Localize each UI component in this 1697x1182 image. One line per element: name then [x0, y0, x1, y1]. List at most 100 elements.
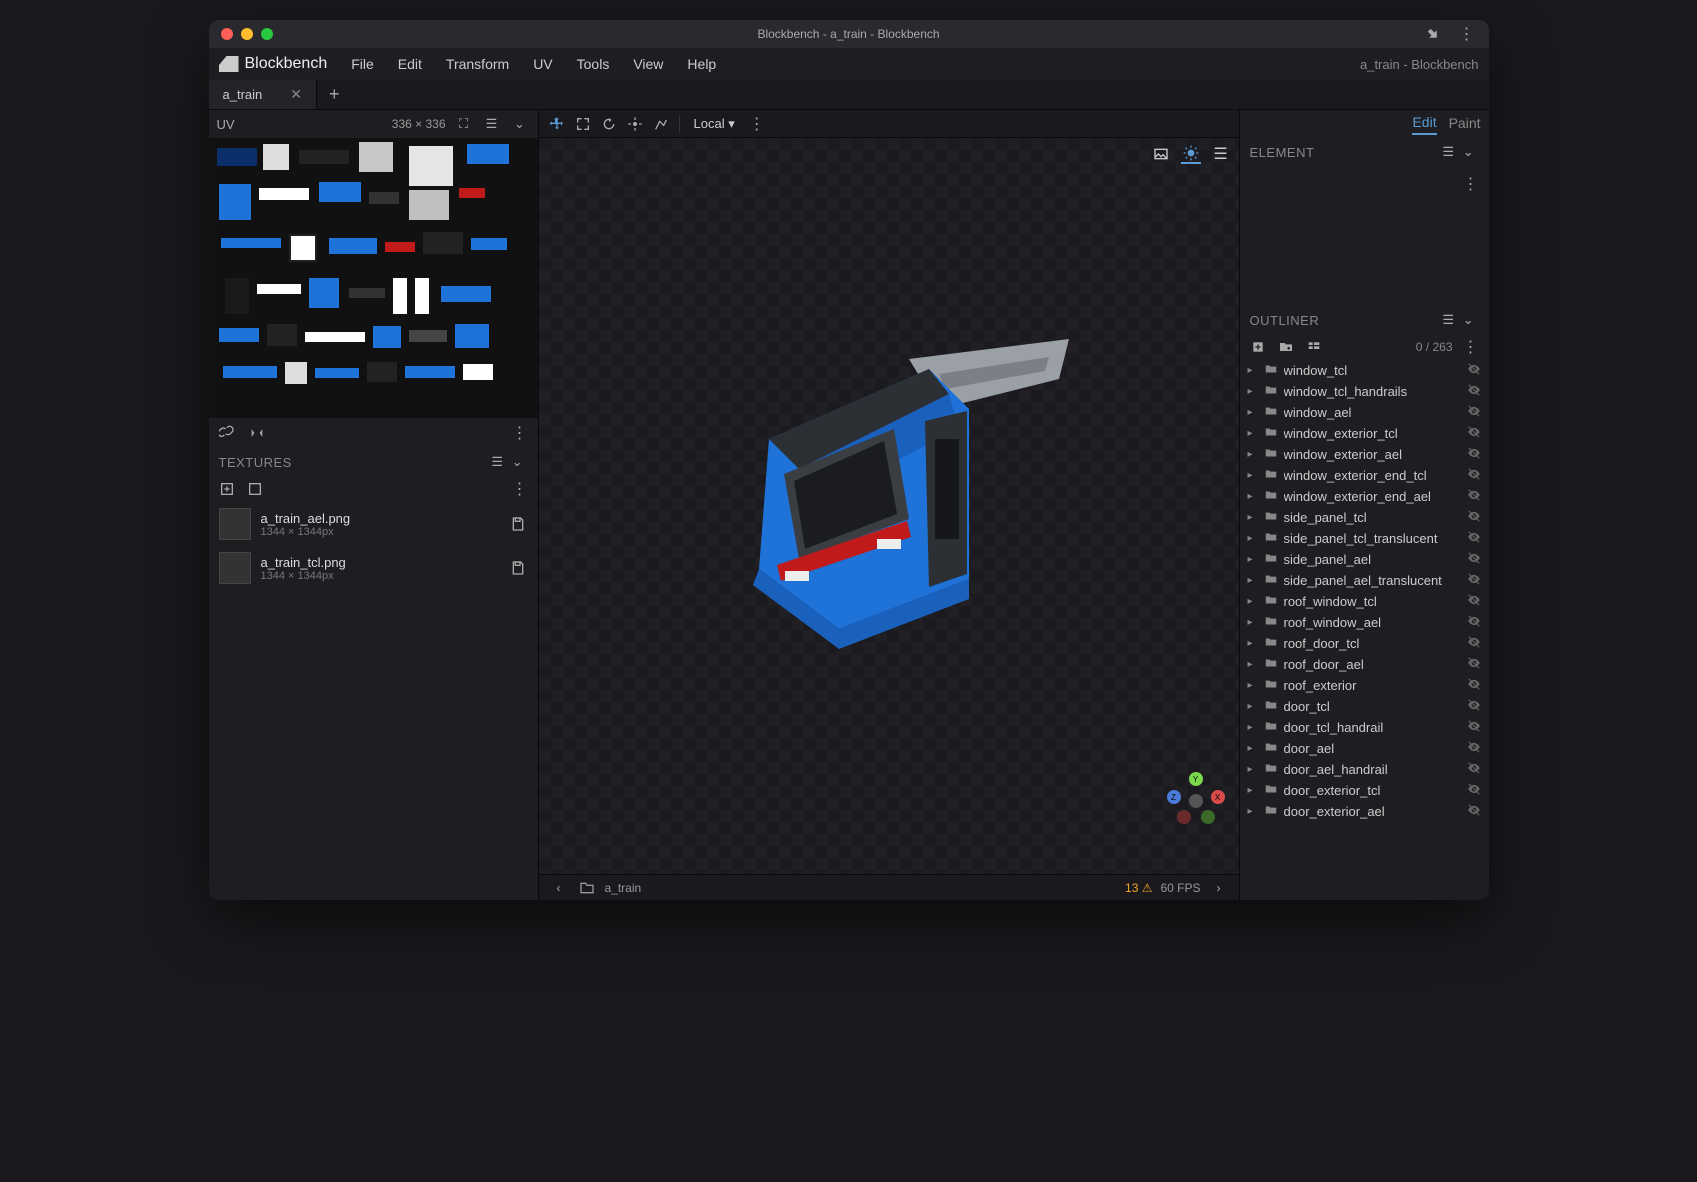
visibility-toggle-icon[interactable]: [1467, 509, 1481, 526]
outliner-item[interactable]: ▸ door_tcl: [1240, 696, 1489, 717]
chevron-right-icon[interactable]: ▸: [1248, 407, 1260, 418]
outliner-item[interactable]: ▸ door_exterior_ael: [1240, 801, 1489, 822]
outliner-item[interactable]: ▸ window_tcl: [1240, 360, 1489, 381]
outliner-item[interactable]: ▸ door_exterior_tcl: [1240, 780, 1489, 801]
outliner-item[interactable]: ▸ window_exterior_end_ael: [1240, 486, 1489, 507]
outliner-item[interactable]: ▸ side_panel_ael_translucent: [1240, 570, 1489, 591]
visibility-toggle-icon[interactable]: [1467, 488, 1481, 505]
chevron-right-icon[interactable]: ▸: [1248, 386, 1260, 397]
plugins-icon[interactable]: [1423, 24, 1443, 44]
chevron-right-icon[interactable]: ▸: [1248, 617, 1260, 628]
tab-project[interactable]: a_train ✕: [209, 80, 317, 109]
orientation-gizmo[interactable]: Y X Z: [1171, 776, 1221, 826]
outliner-item[interactable]: ▸ door_ael: [1240, 738, 1489, 759]
uv-more-icon[interactable]: ⋮: [510, 423, 530, 443]
uv-link-icon[interactable]: [217, 423, 237, 443]
chevron-right-icon[interactable]: ▸: [1248, 596, 1260, 607]
visibility-toggle-icon[interactable]: [1467, 677, 1481, 694]
outliner-item[interactable]: ▸ window_tcl_handrails: [1240, 381, 1489, 402]
visibility-toggle-icon[interactable]: [1467, 761, 1481, 778]
visibility-toggle-icon[interactable]: [1467, 551, 1481, 568]
visibility-toggle-icon[interactable]: [1467, 362, 1481, 379]
shading-icon[interactable]: [1181, 144, 1201, 164]
outliner-menu-icon[interactable]: ☰: [1439, 310, 1459, 330]
vertex-snap-icon[interactable]: [651, 114, 671, 134]
close-window-button[interactable]: [221, 28, 233, 40]
outliner-item[interactable]: ▸ roof_window_ael: [1240, 612, 1489, 633]
outliner-item[interactable]: ▸ side_panel_tcl: [1240, 507, 1489, 528]
add-texture-icon[interactable]: [217, 479, 237, 499]
outliner-item[interactable]: ▸ door_tcl_handrail: [1240, 717, 1489, 738]
chevron-right-icon[interactable]: ▸: [1248, 785, 1260, 796]
close-tab-icon[interactable]: ✕: [290, 86, 302, 103]
chevron-down-icon[interactable]: ⌄: [508, 452, 528, 472]
chevron-right-icon[interactable]: ▸: [1248, 806, 1260, 817]
chevron-down-icon[interactable]: ⌄: [510, 114, 530, 134]
textures-more-icon[interactable]: ⋮: [510, 479, 530, 499]
toggle-list-icon[interactable]: [1304, 337, 1324, 357]
mode-tab-paint[interactable]: Paint: [1449, 115, 1481, 134]
visibility-toggle-icon[interactable]: [1467, 803, 1481, 820]
outliner-item[interactable]: ▸ roof_exterior: [1240, 675, 1489, 696]
chevron-right-icon[interactable]: ▸: [1248, 512, 1260, 523]
import-texture-icon[interactable]: [245, 479, 265, 499]
warnings-count[interactable]: 13 ⚠: [1125, 881, 1152, 895]
visibility-toggle-icon[interactable]: [1467, 614, 1481, 631]
chevron-right-icon[interactable]: ▸: [1248, 554, 1260, 565]
outliner-item[interactable]: ▸ window_exterior_tcl: [1240, 423, 1489, 444]
texture-item[interactable]: a_train_ael.png 1344 × 1344px: [209, 502, 538, 546]
chevron-right-icon[interactable]: ▸: [1248, 449, 1260, 460]
menu-view[interactable]: View: [623, 52, 673, 76]
chevron-right-icon[interactable]: ▸: [1248, 533, 1260, 544]
outliner-item[interactable]: ▸ roof_door_tcl: [1240, 633, 1489, 654]
chevron-down-icon[interactable]: ⌄: [1459, 142, 1479, 162]
chevron-right-icon[interactable]: ▸: [1248, 365, 1260, 376]
chevron-down-icon[interactable]: ⌄: [1459, 310, 1479, 330]
chevron-right-icon[interactable]: ▸: [1248, 722, 1260, 733]
visibility-toggle-icon[interactable]: [1467, 425, 1481, 442]
visibility-toggle-icon[interactable]: [1467, 593, 1481, 610]
maximize-window-button[interactable]: [261, 28, 273, 40]
uv-canvas[interactable]: [209, 138, 538, 418]
outliner-item[interactable]: ▸ window_exterior_ael: [1240, 444, 1489, 465]
more-icon[interactable]: ⋮: [1457, 24, 1477, 44]
toolbar-more-icon[interactable]: ⋮: [747, 114, 767, 134]
chevron-right-icon[interactable]: ▸: [1248, 470, 1260, 481]
chevron-right-icon[interactable]: ▸: [1248, 428, 1260, 439]
add-cube-icon[interactable]: [1248, 337, 1268, 357]
chevron-right-icon[interactable]: ▸: [1248, 680, 1260, 691]
uv-menu-icon[interactable]: ☰: [482, 114, 502, 134]
visibility-toggle-icon[interactable]: [1467, 446, 1481, 463]
rotate-tool-icon[interactable]: [599, 114, 619, 134]
chevron-right-icon[interactable]: ▸: [1248, 743, 1260, 754]
visibility-toggle-icon[interactable]: [1467, 698, 1481, 715]
visibility-toggle-icon[interactable]: [1467, 635, 1481, 652]
visibility-toggle-icon[interactable]: [1467, 740, 1481, 757]
outliner-item[interactable]: ▸ window_exterior_end_tcl: [1240, 465, 1489, 486]
visibility-toggle-icon[interactable]: [1467, 782, 1481, 799]
save-texture-icon[interactable]: [508, 514, 528, 534]
viewport-menu-icon[interactable]: ☰: [1211, 144, 1231, 164]
add-group-icon[interactable]: [1276, 337, 1296, 357]
visibility-toggle-icon[interactable]: [1467, 383, 1481, 400]
chevron-right-icon[interactable]: ▸: [1248, 764, 1260, 775]
uv-mirror-icon[interactable]: [247, 423, 267, 443]
minimize-window-button[interactable]: [241, 28, 253, 40]
outliner-item[interactable]: ▸ roof_door_ael: [1240, 654, 1489, 675]
breadcrumb-back-icon[interactable]: ‹: [549, 878, 569, 898]
visibility-toggle-icon[interactable]: [1467, 404, 1481, 421]
menu-file[interactable]: File: [341, 52, 384, 76]
outliner-item[interactable]: ▸ side_panel_tcl_translucent: [1240, 528, 1489, 549]
outliner-item[interactable]: ▸ window_ael: [1240, 402, 1489, 423]
texture-item[interactable]: a_train_tcl.png 1344 × 1344px: [209, 546, 538, 590]
uv-fullscreen-icon[interactable]: ⛶: [454, 114, 474, 134]
outliner-item[interactable]: ▸ door_ael_handrail: [1240, 759, 1489, 780]
resize-tool-icon[interactable]: [573, 114, 593, 134]
chevron-right-icon[interactable]: ▸: [1248, 701, 1260, 712]
new-tab-button[interactable]: +: [317, 84, 352, 105]
transform-space-dropdown[interactable]: Local ▾: [688, 114, 741, 134]
menu-help[interactable]: Help: [677, 52, 726, 76]
element-menu-icon[interactable]: ☰: [1439, 142, 1459, 162]
save-texture-icon[interactable]: [508, 558, 528, 578]
element-more-icon[interactable]: ⋮: [1461, 174, 1481, 194]
